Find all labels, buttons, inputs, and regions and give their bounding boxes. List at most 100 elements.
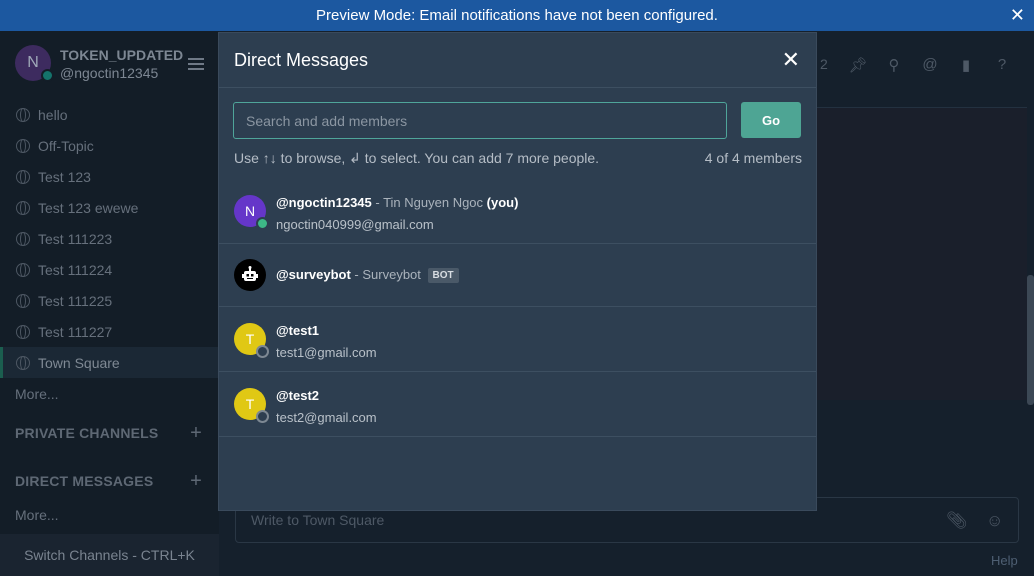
list-item[interactable]: N @ngoctin12345 - Tin Nguyen Ngoc (you) … bbox=[219, 179, 816, 244]
list-item[interactable]: T @test1 test1@gmail.com bbox=[219, 307, 816, 372]
globe-icon bbox=[16, 324, 30, 339]
globe-icon bbox=[16, 200, 30, 215]
offline-status-icon bbox=[256, 410, 269, 423]
announcement-banner: Preview Mode: Email notifications have n… bbox=[0, 0, 1034, 31]
list-item[interactable]: @surveybot - Surveybot BOT bbox=[219, 244, 816, 307]
sidebar-item-town-square[interactable]: Town Square bbox=[0, 347, 219, 378]
globe-icon bbox=[16, 169, 30, 184]
member-name: @test2 bbox=[276, 388, 319, 403]
channel-label: Test 111225 bbox=[38, 292, 113, 309]
globe-icon bbox=[16, 262, 30, 277]
online-status-icon bbox=[41, 69, 54, 82]
channel-label: Test 111223 bbox=[38, 230, 113, 247]
main-menu-icon[interactable] bbox=[188, 58, 204, 70]
browse-hint: Use ↑↓ to browse, ↲ to select. You can a… bbox=[234, 150, 600, 166]
member-username: @test1 bbox=[276, 323, 320, 338]
section-title: DIRECT MESSAGES bbox=[15, 473, 154, 489]
channel-label: Test 111224 bbox=[38, 261, 113, 278]
help-link[interactable]: Help bbox=[991, 553, 1018, 568]
channel-label: Town Square bbox=[38, 354, 120, 371]
channel-label: Off-Topic bbox=[38, 137, 94, 154]
private-channels-header: PRIVATE CHANNELS + bbox=[0, 409, 219, 457]
sidebar-item-test-111227[interactable]: Test 111227 bbox=[0, 316, 219, 347]
modal-header: Direct Messages ✕ bbox=[219, 33, 816, 88]
search-icon[interactable]: ⚲ bbox=[876, 56, 912, 74]
member-name: @surveybot - Surveybot BOT bbox=[276, 267, 459, 283]
banner-text: Preview Mode: Email notifications have n… bbox=[316, 7, 718, 24]
sidebar-item-test-111225[interactable]: Test 111225 bbox=[0, 285, 219, 316]
search-row: Go bbox=[233, 102, 801, 139]
bookmark-icon[interactable]: ▮ bbox=[948, 56, 984, 74]
avatar-initial: N bbox=[27, 54, 39, 71]
sidebar: N TOKEN_UPDATED @ngoctin12345 hello Off-… bbox=[0, 31, 219, 576]
channel-label: hello bbox=[38, 106, 68, 123]
member-email: test1@gmail.com bbox=[276, 345, 377, 360]
avatar-initial: N bbox=[244, 203, 256, 219]
sidebar-item-test-123[interactable]: Test 123 bbox=[0, 161, 219, 192]
modal-title: Direct Messages bbox=[234, 49, 369, 70]
member-fullname: - Surveybot bbox=[350, 267, 421, 282]
list-item[interactable]: T @test2 test2@gmail.com bbox=[219, 372, 816, 437]
member-count-label: 4 of 4 members bbox=[704, 150, 802, 166]
close-banner-icon[interactable]: ✕ bbox=[1010, 5, 1025, 26]
post-list-area bbox=[817, 108, 1027, 400]
sidebar-item-test-123-ewewe[interactable]: Test 123 ewewe bbox=[0, 192, 219, 223]
globe-icon bbox=[16, 293, 30, 308]
direct-messages-modal: Direct Messages ✕ Go Use ↑↓ to browse, ↲… bbox=[218, 32, 817, 511]
direct-messages-header: DIRECT MESSAGES + bbox=[0, 457, 219, 505]
switch-channels-button[interactable]: Switch Channels - CTRL+K bbox=[0, 534, 219, 576]
emoji-icon[interactable]: ☺ bbox=[986, 511, 1003, 531]
avatar: N bbox=[234, 195, 269, 230]
globe-icon bbox=[16, 231, 30, 246]
offline-status-icon bbox=[256, 345, 269, 358]
globe-icon bbox=[16, 107, 30, 122]
hint-row: Use ↑↓ to browse, ↲ to select. You can a… bbox=[234, 150, 802, 167]
member-username: @surveybot bbox=[276, 267, 351, 282]
channel-label: Test 123 ewewe bbox=[38, 199, 139, 216]
globe-icon bbox=[16, 138, 30, 153]
avatar[interactable]: N bbox=[15, 45, 54, 82]
member-email: test2@gmail.com bbox=[276, 410, 377, 425]
member-name: @test1 bbox=[276, 323, 319, 338]
section-title: PRIVATE CHANNELS bbox=[15, 425, 159, 441]
current-username: @ngoctin12345 bbox=[60, 65, 159, 81]
member-email: ngoctin040999@gmail.com bbox=[276, 217, 434, 232]
mention-icon[interactable]: @ bbox=[912, 56, 948, 74]
avatar-initial: T bbox=[245, 396, 255, 412]
avatar-initial: T bbox=[245, 331, 255, 347]
sidebar-item-test-111224[interactable]: Test 111224 bbox=[0, 254, 219, 285]
sidebar-item-test-111223[interactable]: Test 111223 bbox=[0, 223, 219, 254]
channel-label: Test 111227 bbox=[38, 323, 113, 340]
bot-badge: BOT bbox=[427, 268, 459, 283]
search-members-input[interactable] bbox=[233, 102, 727, 139]
scrollbar[interactable] bbox=[1027, 275, 1034, 405]
avatar: T bbox=[234, 388, 269, 423]
bot-icon bbox=[234, 259, 266, 291]
member-name: @ngoctin12345 - Tin Nguyen Ngoc (you) bbox=[276, 195, 518, 210]
member-list: N @ngoctin12345 - Tin Nguyen Ngoc (you) … bbox=[219, 179, 816, 437]
go-button[interactable]: Go bbox=[741, 102, 801, 138]
member-count[interactable]: 2 bbox=[820, 56, 828, 72]
member-fullname: - Tin Nguyen Ngoc bbox=[371, 195, 487, 210]
help-icon[interactable]: ? bbox=[984, 56, 1020, 74]
online-status-icon bbox=[256, 217, 269, 230]
sidebar-item-hello[interactable]: hello bbox=[0, 99, 219, 130]
sidebar-item-off-topic[interactable]: Off-Topic bbox=[0, 130, 219, 161]
add-direct-message-icon[interactable]: + bbox=[190, 470, 202, 493]
pin-icon[interactable]: 📌︎ bbox=[840, 56, 876, 74]
attachment-icon[interactable]: 📎︎ bbox=[946, 511, 968, 531]
more-channels-link[interactable]: More... bbox=[0, 378, 219, 409]
globe-icon bbox=[16, 355, 30, 370]
member-username: @ngoctin12345 bbox=[276, 195, 372, 210]
member-username: @test2 bbox=[276, 388, 320, 403]
close-icon[interactable]: ✕ bbox=[782, 47, 800, 73]
channel-header-icons: 📌︎ ⚲ @ ▮ ? bbox=[840, 56, 1020, 74]
team-name: TOKEN_UPDATED bbox=[60, 47, 184, 63]
more-direct-messages-link[interactable]: More... bbox=[0, 505, 219, 525]
message-placeholder: Write to Town Square bbox=[251, 512, 385, 528]
add-private-channel-icon[interactable]: + bbox=[190, 422, 202, 445]
you-label: (you) bbox=[486, 195, 519, 210]
avatar: T bbox=[234, 323, 269, 358]
channel-label: Test 123 bbox=[38, 168, 91, 185]
team-header[interactable]: N TOKEN_UPDATED @ngoctin12345 bbox=[0, 31, 219, 99]
